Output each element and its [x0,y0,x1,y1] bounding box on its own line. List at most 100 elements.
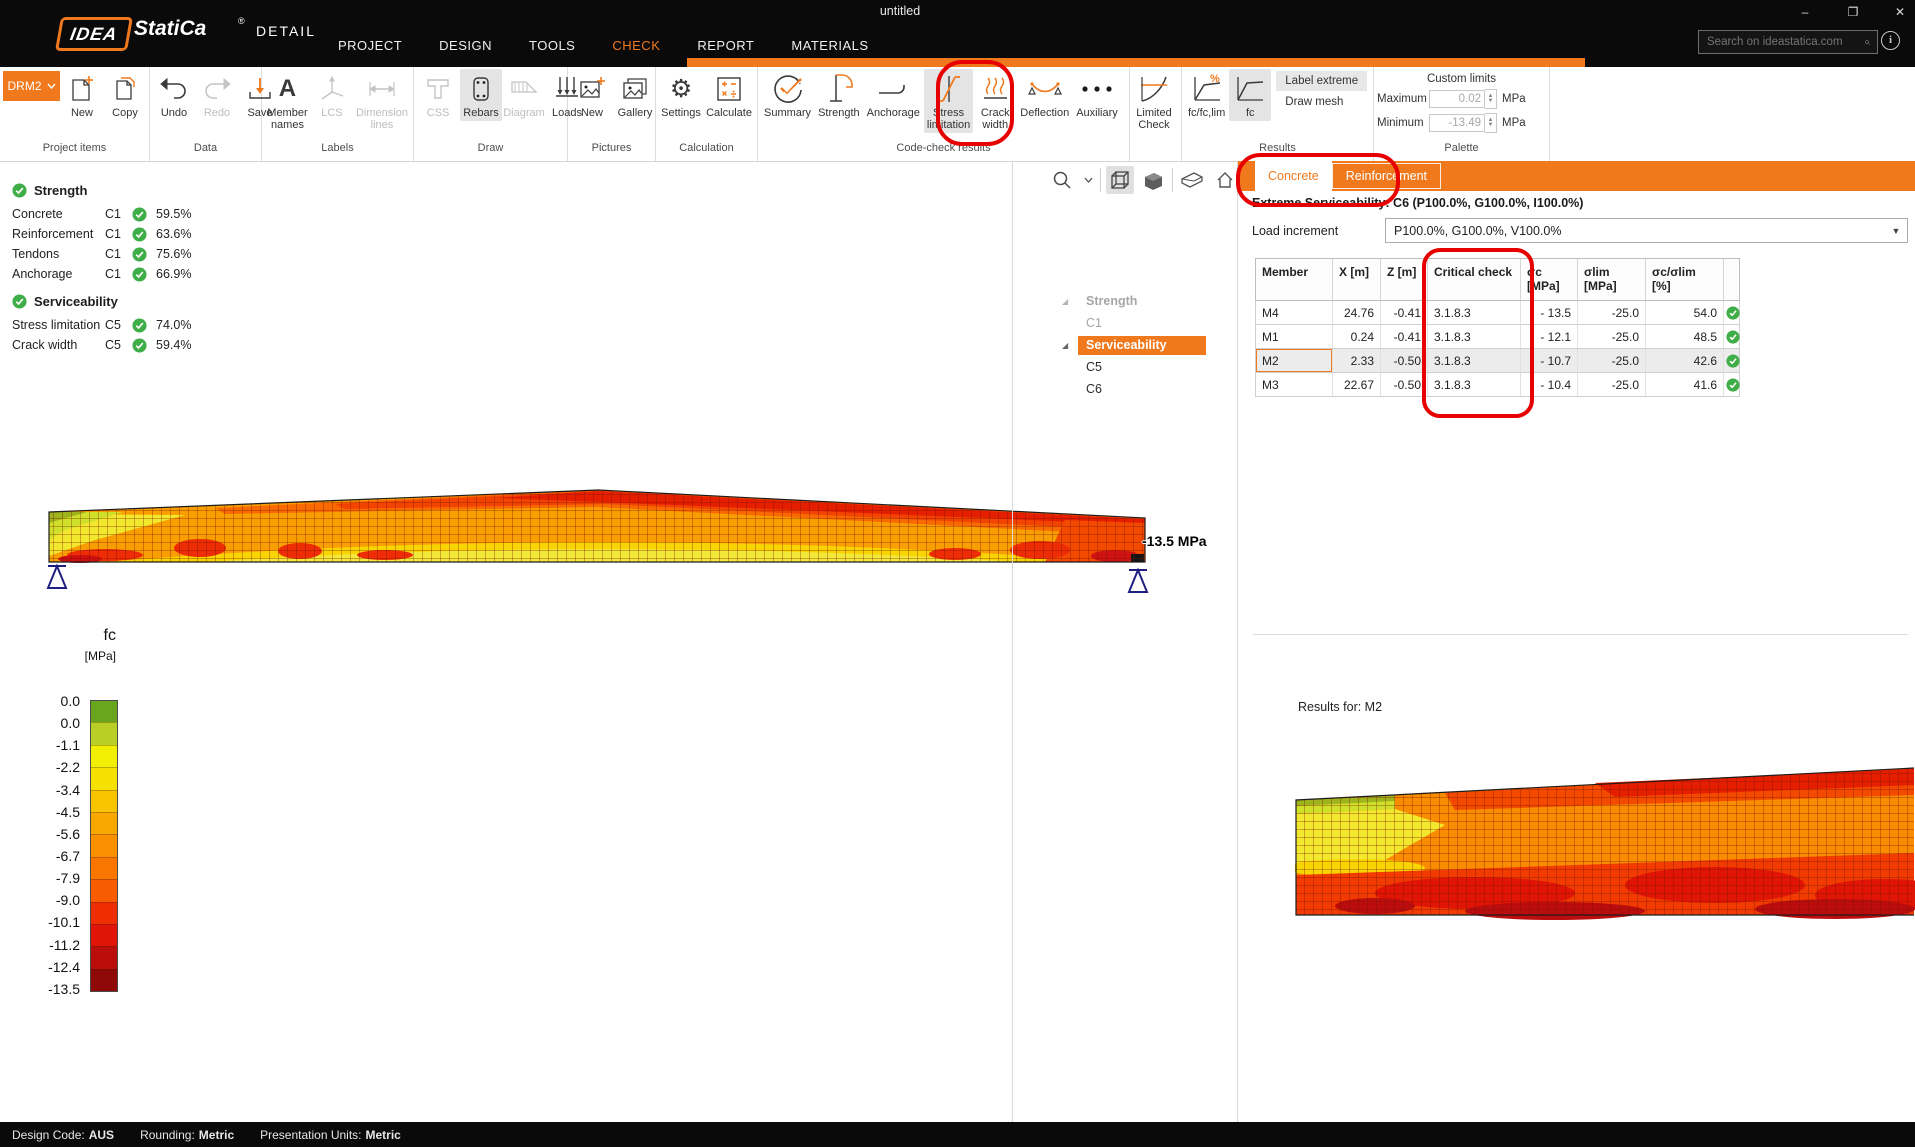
menu-item[interactable]: PROJECT [338,38,402,53]
fc-fclim-button[interactable]: % fc/fc,lim [1185,69,1228,121]
new-project-item-button[interactable]: New [61,69,103,121]
member-m2-heatmap[interactable] [1295,765,1915,920]
maximum-label: Maximum [1377,93,1429,105]
tree-item-label[interactable]: C1 [1078,314,1110,333]
cell-sigma-c[interactable]: - 10.4 [1521,373,1578,396]
cell-member[interactable]: M3 [1256,373,1333,396]
crack-width-button[interactable]: Crack width [974,69,1016,133]
cell-critical-check[interactable]: 3.1.8.3 [1428,325,1521,348]
limited-check-button[interactable]: Limited Check [1133,69,1175,133]
tree-item-label[interactable]: C5 [1078,358,1110,377]
minimum-input[interactable]: -13.49 [1429,114,1485,132]
tree-item[interactable]: C1 [1060,312,1240,334]
close-button[interactable]: ✕ [1885,2,1915,22]
cell-sigma-c[interactable]: - 12.1 [1521,325,1578,348]
table-row[interactable]: M2 2.33 -0.50 3.1.8.3 - 10.7 -25.0 42.6 [1255,349,1740,373]
colorbar-ticks: 0.00.0-1.1-2.2-3.4-4.5-5.6-6.7-7.9-9.0-1… [2,693,80,997]
solid-view-button[interactable] [1139,166,1167,194]
tree-expander-icon[interactable]: ◢ [1060,297,1078,306]
menu-item[interactable]: DESIGN [439,38,492,53]
search-icon[interactable] [1865,36,1870,49]
dropdown-arrow-icon[interactable]: ▼ [1885,226,1907,236]
beam-heatmap-canvas[interactable] [35,478,1165,623]
undo-button[interactable]: Undo [153,69,195,121]
cell-member[interactable]: M2 [1256,349,1333,372]
stress-limitation-button[interactable]: Stress limitation [924,69,973,133]
maximum-input[interactable]: 0.02 [1429,90,1485,108]
crack-width-icon [980,71,1010,107]
cell-sigma-lim[interactable]: -25.0 [1578,373,1646,396]
cell-z[interactable]: -0.41 [1381,301,1428,324]
zoom-dropdown-button[interactable] [1081,166,1095,194]
auxiliary-button[interactable]: Auxiliary [1073,69,1121,121]
table-row[interactable]: M1 0.24 -0.41 3.1.8.3 - 12.1 -25.0 48.5 [1255,325,1740,349]
minimize-button[interactable]: – [1790,2,1820,22]
cell-x[interactable]: 22.67 [1333,373,1381,396]
label-extreme-toggle[interactable]: Label extreme [1276,71,1367,91]
table-row[interactable]: M4 24.76 -0.41 3.1.8.3 - 13.5 -25.0 54.0 [1255,301,1740,325]
cell-x[interactable]: 0.24 [1333,325,1381,348]
cell-z[interactable]: -0.41 [1381,325,1428,348]
cell-z[interactable]: -0.50 [1381,349,1428,372]
strength-check-button[interactable]: Strength [815,69,863,121]
cell-ratio[interactable]: 48.5 [1646,325,1724,348]
tree-item[interactable]: ◢ Strength [1060,290,1240,312]
info-icon[interactable]: i [1881,31,1900,50]
search-input[interactable] [1699,36,1865,48]
redo-button: Redo [196,69,238,121]
cell-critical-check[interactable]: 3.1.8.3 [1428,373,1521,396]
maximize-button[interactable]: ❐ [1838,2,1868,22]
project-item-selector[interactable]: DRM2 [3,71,60,101]
member-names-button[interactable]: A Member names [265,69,310,133]
home-view-button[interactable] [1211,166,1239,194]
cell-x[interactable]: 24.76 [1333,301,1381,324]
cell-sigma-lim[interactable]: -25.0 [1578,349,1646,372]
gallery-button[interactable]: Gallery [614,69,656,121]
zoom-tool-button[interactable] [1048,166,1076,194]
tree-item-label[interactable]: C6 [1078,380,1110,399]
cell-sigma-lim[interactable]: -25.0 [1578,301,1646,324]
cell-member[interactable]: M4 [1256,301,1333,324]
tree-item[interactable]: C6 [1060,378,1240,400]
check-ok-icon [132,267,147,282]
draw-mesh-toggle[interactable]: Draw mesh [1276,92,1367,112]
cell-ratio[interactable]: 42.6 [1646,349,1724,372]
menu-item[interactable]: REPORT [697,38,754,53]
tree-item[interactable]: C5 [1060,356,1240,378]
anchorage-check-button[interactable]: Anchorage [864,69,923,121]
tree-item-label[interactable]: Strength [1078,292,1145,311]
wireframe-view-button[interactable] [1106,166,1134,194]
cell-z[interactable]: -0.50 [1381,373,1428,396]
clipping-view-button[interactable] [1178,166,1206,194]
menu-item[interactable]: TOOLS [529,38,575,53]
cell-critical-check[interactable]: 3.1.8.3 [1428,349,1521,372]
search-box[interactable] [1698,30,1878,54]
deflection-button[interactable]: Deflection [1017,69,1072,121]
result-tab[interactable]: Concrete [1255,161,1332,191]
minimum-spinner[interactable]: ▲▼ [1485,113,1497,133]
fc-button[interactable]: fc [1229,69,1271,121]
copy-project-item-button[interactable]: Copy [104,69,146,121]
cell-critical-check[interactable]: 3.1.8.3 [1428,301,1521,324]
cell-x[interactable]: 2.33 [1333,349,1381,372]
result-tab[interactable]: Reinforcement [1332,163,1441,189]
tree-expander-icon[interactable]: ◢ [1060,341,1078,350]
menu-item[interactable]: MATERIALS [791,38,868,53]
cell-sigma-c[interactable]: - 13.5 [1521,301,1578,324]
cell-member[interactable]: M1 [1256,325,1333,348]
rebars-button[interactable]: Rebars [460,69,502,121]
cell-ratio[interactable]: 54.0 [1646,301,1724,324]
table-row[interactable]: M3 22.67 -0.50 3.1.8.3 - 10.4 -25.0 41.6 [1255,373,1740,397]
summary-button[interactable]: Summary [761,69,814,121]
maximum-spinner[interactable]: ▲▼ [1485,89,1497,109]
menu-item[interactable]: CHECK [612,38,660,53]
settings-button[interactable]: ⚙ Settings [659,69,703,121]
tree-item-label[interactable]: Serviceability [1078,336,1206,355]
load-increment-dropdown[interactable]: P100.0%, G100.0%, V100.0% ▼ [1385,218,1908,243]
calculate-button[interactable]: Calculate [704,69,754,121]
cell-sigma-lim[interactable]: -25.0 [1578,325,1646,348]
tree-item[interactable]: ◢ Serviceability [1060,334,1240,356]
new-picture-button[interactable]: New [571,69,613,121]
cell-ratio[interactable]: 41.6 [1646,373,1724,396]
cell-sigma-c[interactable]: - 10.7 [1521,349,1578,372]
